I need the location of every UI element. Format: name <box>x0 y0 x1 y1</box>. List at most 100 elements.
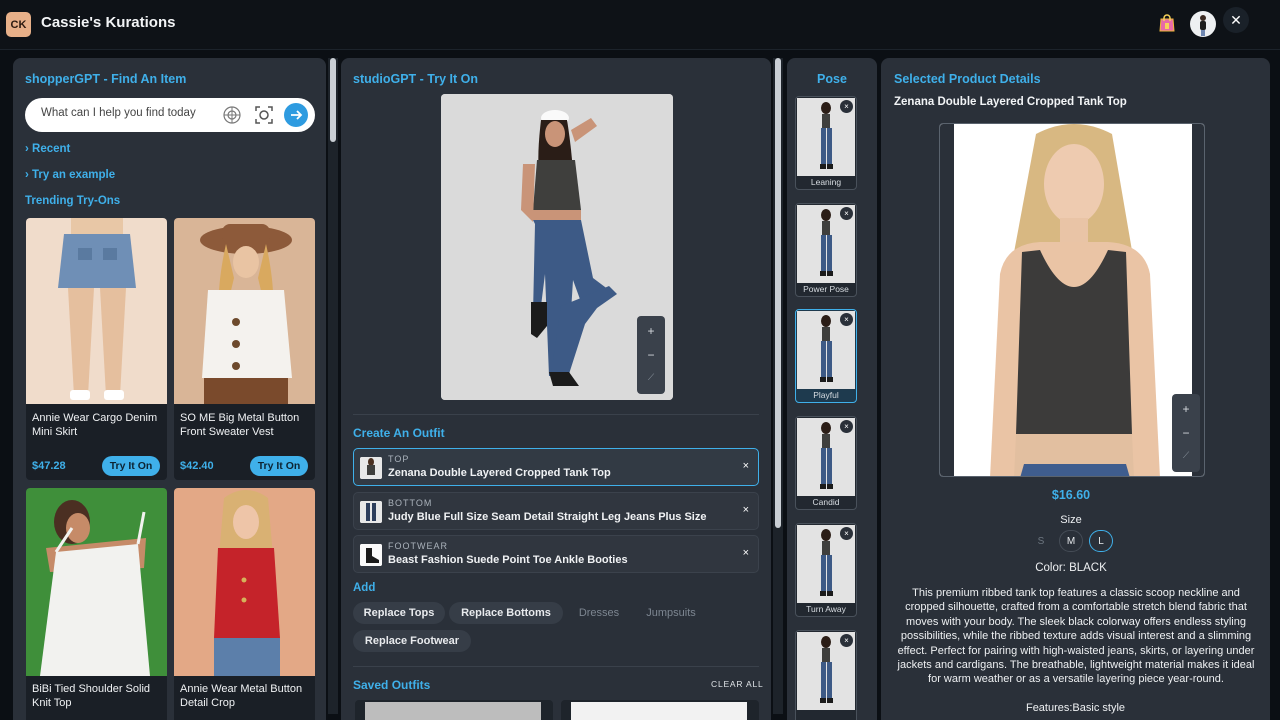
clear-all-button[interactable]: CLEAR ALL <box>711 679 764 689</box>
detail-zoom-controls: + − ⟋ <box>1172 394 1200 472</box>
pose-label: Candid <box>812 497 840 507</box>
zoom-out-button[interactable]: − <box>637 348 665 362</box>
pose-option[interactable]: × <box>795 630 857 720</box>
try-it-on-button[interactable]: Try It On <box>102 456 160 476</box>
remove-pose-button[interactable]: × <box>840 100 853 113</box>
try-it-on-button[interactable]: Try It On <box>250 456 308 476</box>
pose-option[interactable]: × Power Pose <box>795 203 857 297</box>
remove-pose-button[interactable]: × <box>840 420 853 433</box>
zoom-out-button[interactable]: − <box>1172 426 1200 440</box>
zoom-in-button[interactable]: + <box>1172 402 1200 416</box>
product-name: Annie Wear Metal Button Detail Crop <box>180 683 303 709</box>
saved-outfit-card[interactable] <box>561 700 759 720</box>
size-option-m[interactable]: M <box>1059 530 1083 552</box>
remove-pose-button[interactable]: × <box>840 313 853 326</box>
pose-label: Playful <box>813 390 839 400</box>
remove-pose-button[interactable]: × <box>840 527 853 540</box>
studio-title: studioGPT - Try It On <box>353 72 478 86</box>
remove-pose-button[interactable]: × <box>840 634 853 647</box>
caret-right-icon: › <box>25 169 33 181</box>
item-category: FOOTWEAR <box>388 541 448 551</box>
studio-scrollbar[interactable] <box>773 58 783 714</box>
detail-panel: Selected Product Details Zenana Double L… <box>881 58 1270 720</box>
search-submit-button[interactable] <box>284 103 308 127</box>
product-photo <box>940 124 1204 476</box>
remove-pose-button[interactable]: × <box>840 207 853 220</box>
replace-footwear-chip[interactable]: Replace Footwear <box>353 630 471 652</box>
pose-panel: Pose × Leaning × Power Pose × Playful × Candid ×… <box>787 58 877 720</box>
close-button[interactable]: ✕ <box>1223 7 1249 33</box>
section-divider <box>353 414 759 415</box>
trending-heading: Trending Try-Ons <box>25 195 121 207</box>
saved-outfit-card[interactable] <box>355 700 553 720</box>
item-category: BOTTOM <box>388 498 433 508</box>
outfit-item-top[interactable]: TOP Zenana Double Layered Cropped Tank T… <box>353 448 759 486</box>
pose-option[interactable]: × Candid <box>795 416 857 510</box>
outfit-item-footwear[interactable]: FOOTWEAR Beast Fashion Suede Point Toe A… <box>353 535 759 573</box>
arrow-right-icon <box>291 110 303 120</box>
saved-outfit-image <box>365 702 541 720</box>
app-logo[interactable]: CK <box>6 12 31 37</box>
size-label: Size <box>1060 514 1082 526</box>
item-thumbnail <box>360 544 382 566</box>
pose-label: Turn Away <box>806 604 846 614</box>
product-image <box>26 488 167 676</box>
caret-right-icon: › <box>25 143 33 155</box>
dresses-chip[interactable]: Dresses <box>569 602 629 624</box>
product-name: Annie Wear Cargo Denim Mini Skirt <box>32 412 158 438</box>
item-thumbnail <box>360 457 382 479</box>
user-avatar[interactable] <box>1190 11 1216 37</box>
remove-item-button[interactable]: × <box>743 504 749 516</box>
zoom-in-button[interactable]: + <box>637 324 665 338</box>
size-option-l[interactable]: L <box>1089 530 1113 552</box>
pose-title: Pose <box>817 72 847 86</box>
product-card[interactable]: Annie Wear Cargo Denim Mini Skirt $47.28… <box>26 218 167 480</box>
detail-price: $16.60 <box>1051 488 1091 502</box>
product-image <box>174 488 315 676</box>
outfit-item-bottom[interactable]: BOTTOM Judy Blue Full Size Seam Detail S… <box>353 492 759 530</box>
app-title: Cassie's Kurations <box>41 14 176 31</box>
detail-product-name: Zenana Double Layered Cropped Tank Top <box>894 96 1127 108</box>
add-title: Add <box>353 582 376 594</box>
shopper-scrollbar[interactable] <box>328 58 338 714</box>
product-card[interactable]: Annie Wear Metal Button Detail Crop <box>174 488 315 720</box>
product-card[interactable]: SO ME Big Metal Button Front Sweater Ves… <box>174 218 315 480</box>
product-name: BiBi Tied Shoulder Solid Knit Top <box>32 683 151 709</box>
edit-icon[interactable]: ⟋ <box>1172 450 1200 461</box>
example-toggle[interactable]: › Try an example <box>25 169 115 181</box>
jumpsuits-chip[interactable]: Jumpsuits <box>635 602 707 624</box>
search-input[interactable] <box>41 107 213 119</box>
create-outfit-title: Create An Outfit <box>353 426 445 440</box>
color-wheel-icon[interactable] <box>221 104 243 126</box>
product-description: This premium ribbed tank top features a … <box>897 587 1255 686</box>
pose-option[interactable]: × Leaning <box>795 96 857 190</box>
edit-icon[interactable]: ⟋ <box>637 372 665 383</box>
shopper-panel: shopperGPT - Find An Item › Recent › Try… <box>13 58 326 720</box>
product-card[interactable]: BiBi Tied Shoulder Solid Knit Top <box>26 488 167 720</box>
replace-bottoms-chip[interactable]: Replace Bottoms <box>449 602 563 624</box>
recent-label: Recent <box>32 143 71 155</box>
recent-toggle[interactable]: › Recent <box>25 143 70 155</box>
product-name: SO ME Big Metal Button Front Sweater Ves… <box>180 412 300 438</box>
shopping-bag-icon[interactable] <box>1157 13 1177 33</box>
pose-option[interactable]: × Turn Away <box>795 523 857 617</box>
pose-option[interactable]: × Playful <box>795 309 857 403</box>
size-option-s[interactable]: S <box>1029 530 1053 552</box>
saved-outfit-image <box>571 702 747 720</box>
remove-item-button[interactable]: × <box>743 547 749 559</box>
replace-tops-chip[interactable]: Replace Tops <box>353 602 445 624</box>
remove-item-button[interactable]: × <box>743 460 749 472</box>
try-on-preview[interactable]: + − ⟋ <box>441 94 673 400</box>
item-name: Judy Blue Full Size Seam Detail Straight… <box>388 511 707 523</box>
search-bar <box>25 98 315 132</box>
scroll-thumb <box>330 58 336 142</box>
product-image <box>174 218 315 404</box>
item-category: TOP <box>388 454 410 464</box>
preview-zoom-controls: + − ⟋ <box>637 316 665 394</box>
item-thumbnail <box>360 501 382 523</box>
pose-label: Power Pose <box>803 284 849 294</box>
detail-product-image[interactable]: + − ⟋ <box>939 123 1205 477</box>
saved-outfits-title: Saved Outfits <box>353 678 431 692</box>
color-label: Color: BLACK <box>1035 562 1107 574</box>
camera-scan-icon[interactable] <box>253 104 275 126</box>
